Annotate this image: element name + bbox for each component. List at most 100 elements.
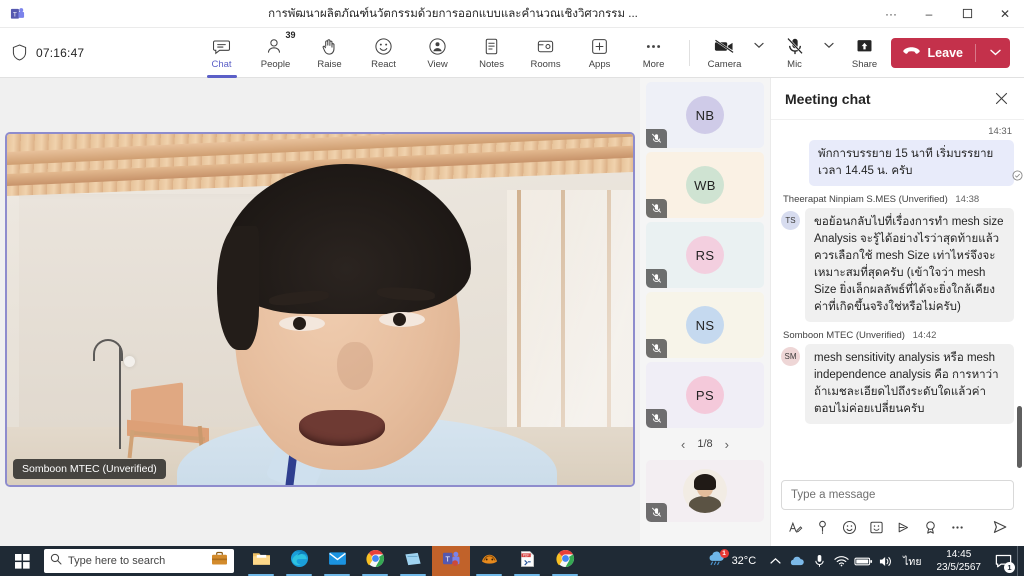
participant-tile-ns[interactable]: NS xyxy=(646,292,764,358)
chat-message-incoming: Somboon MTEC (Unverified) 14:42 SM mesh … xyxy=(781,330,1014,424)
toolbar-button-mic[interactable]: Mic xyxy=(769,29,821,77)
minimize-button[interactable]: – xyxy=(910,0,948,28)
chat-scrollbar[interactable] xyxy=(1017,406,1022,468)
message-text: พักการบรรยาย 15 นาที เริ่มบรรยายเวลา 14.… xyxy=(818,148,994,177)
speaker-icon[interactable] xyxy=(874,546,896,576)
emoji-icon[interactable] xyxy=(837,516,861,538)
message-author: Theerapat Ninpiam S.MES (Unverified) xyxy=(783,194,948,205)
delivery-options-icon[interactable] xyxy=(810,516,834,538)
close-icon[interactable] xyxy=(988,86,1014,112)
taskbar-app-pdf-document[interactable]: PDF xyxy=(508,546,546,576)
notification-icon[interactable]: 1 xyxy=(989,546,1017,576)
hangup-icon xyxy=(902,44,920,62)
toolbar-button-chat[interactable]: Chat xyxy=(196,29,248,78)
clock-date: 23/5/2567 xyxy=(936,562,982,573)
weather-widget[interactable]: 1 32°C xyxy=(699,546,765,576)
sticker-icon[interactable] xyxy=(864,516,888,538)
toolbar-button-raise[interactable]: Raise xyxy=(304,29,356,77)
toolbar-label-raise: Raise xyxy=(317,58,342,70)
mic-muted-icon xyxy=(646,199,667,218)
window-more-button[interactable]: ··· xyxy=(872,0,910,28)
message-bubble: พักการบรรยาย 15 นาที เริ่มบรรยายเวลา 14.… xyxy=(809,140,1023,186)
title-bar: T การพัฒนาผลิตภัณฑ์นวัตกรรมด้วยการออกแบบ… xyxy=(0,0,1024,28)
chevron-up-icon[interactable] xyxy=(764,546,786,576)
participant-tile-wb[interactable]: WB xyxy=(646,152,764,218)
start-icon[interactable] xyxy=(0,546,44,576)
toolbar-button-camera[interactable]: Camera xyxy=(699,29,751,77)
send-icon[interactable] xyxy=(988,516,1012,538)
briefcase-icon[interactable] xyxy=(211,551,228,571)
chat-message-list[interactable]: 14:31 พักการบรรยาย 15 นาที เริ่มบรรยายเว… xyxy=(771,120,1024,474)
camera-control-group: Camera xyxy=(699,29,767,77)
taskbar-apps: T PDF xyxy=(242,546,584,576)
camera-options-chevron-down-icon[interactable] xyxy=(751,29,767,77)
meeting-timer: 07:16:47 xyxy=(36,45,85,60)
toolbar-button-apps[interactable]: Apps xyxy=(574,29,626,77)
toolbar-button-share[interactable]: Share xyxy=(839,29,891,77)
taskbar-app-file-explorer[interactable] xyxy=(242,546,280,576)
meeting-toolbar: 07:16:47 Chat 39 People Raise React View… xyxy=(0,28,1024,78)
message-timestamp: 14:31 xyxy=(988,126,1012,137)
leave-chevron-down-icon[interactable] xyxy=(984,49,1006,56)
participant-tile-rs[interactable]: RS xyxy=(646,222,764,288)
show-desktop-button[interactable] xyxy=(1017,546,1022,576)
mail-icon xyxy=(328,551,347,571)
toolbar-label-view: View xyxy=(427,58,448,70)
message-input[interactable]: Type a message xyxy=(781,480,1014,510)
leave-button[interactable]: Leave xyxy=(890,37,1010,68)
taskbar-app-google-chrome[interactable] xyxy=(356,546,394,576)
toolbar-label-share: Share xyxy=(851,58,878,70)
loop-component-icon[interactable] xyxy=(891,516,915,538)
ellipsis-icon xyxy=(644,36,663,58)
taskbar-clock[interactable]: 14:45 23/5/2567 xyxy=(929,546,990,576)
toolbar-label-mic: Mic xyxy=(787,58,802,70)
camera-off-icon xyxy=(714,36,736,58)
ansys-icon xyxy=(480,550,499,572)
active-speaker-video-tile[interactable]: Somboon MTEC (Unverified) xyxy=(5,132,635,487)
rain-cloud-icon: 1 xyxy=(707,549,729,572)
language-indicator[interactable]: ไทย xyxy=(896,553,928,570)
battery-icon[interactable] xyxy=(852,546,874,576)
toolbar-button-people[interactable]: 39 People xyxy=(250,29,302,77)
taskbar-app-sticky-notes[interactable] xyxy=(394,546,432,576)
svg-text:T: T xyxy=(445,554,450,563)
praise-icon[interactable] xyxy=(918,516,942,538)
chat-panel-title: Meeting chat xyxy=(785,90,871,107)
toolbar-right: Leave xyxy=(890,37,1024,68)
toolbar-button-view[interactable]: View xyxy=(412,29,464,77)
toolbar-divider xyxy=(688,39,690,66)
mic-control-group: Mic xyxy=(769,29,837,77)
pagination-next-button[interactable]: › xyxy=(725,437,729,452)
message-timestamp: 14:38 xyxy=(955,194,980,205)
wifi-icon[interactable] xyxy=(830,546,852,576)
taskbar-app-microsoft-edge[interactable] xyxy=(280,546,318,576)
taskbar-app-google-chrome-2[interactable] xyxy=(546,546,584,576)
person-icon xyxy=(266,36,285,58)
participant-tile-self[interactable] xyxy=(646,460,764,522)
mic-options-chevron-down-icon[interactable] xyxy=(821,29,837,77)
search-input[interactable]: Type here to search xyxy=(44,549,234,573)
svg-text:T: T xyxy=(12,12,16,19)
toolbar-label-notes: Notes xyxy=(479,58,504,70)
toolbar-button-react[interactable]: React xyxy=(358,29,410,77)
taskbar-app-mail[interactable] xyxy=(318,546,356,576)
mic-icon[interactable] xyxy=(808,546,830,576)
pagination-prev-button[interactable]: ‹ xyxy=(681,437,685,452)
participant-tile-ps[interactable]: PS xyxy=(646,362,764,428)
view-icon xyxy=(428,36,447,58)
close-button[interactable]: ✕ xyxy=(986,0,1024,28)
toolbar-button-rooms[interactable]: Rooms xyxy=(520,29,572,77)
raised-hand-icon xyxy=(320,36,339,58)
smiley-icon xyxy=(374,36,393,58)
restore-button[interactable] xyxy=(948,0,986,28)
participant-rail: NB WB RS NS PS ‹ 1/8 › xyxy=(640,78,770,546)
participant-tile-nb[interactable]: NB xyxy=(646,82,764,148)
toolbar-button-more[interactable]: More xyxy=(628,29,680,77)
format-text-icon[interactable] xyxy=(783,516,807,538)
toolbar-button-notes[interactable]: Notes xyxy=(466,29,518,77)
taskbar-app-ansys[interactable] xyxy=(470,546,508,576)
taskbar-app-microsoft-teams[interactable]: T xyxy=(432,546,470,576)
message-author: Somboon MTEC (Unverified) xyxy=(783,330,905,341)
cloud-icon[interactable] xyxy=(786,546,808,576)
more-options-icon[interactable] xyxy=(945,516,969,538)
